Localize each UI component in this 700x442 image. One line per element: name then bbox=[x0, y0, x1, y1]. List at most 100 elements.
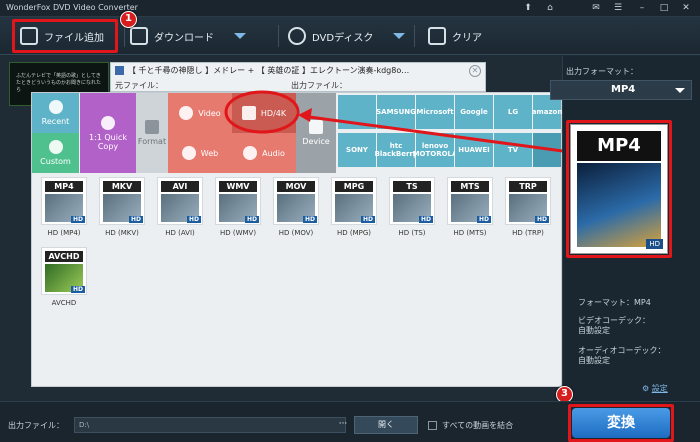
video-title: 【 千と千尋の神隠し 】メドレー + 【 英雄の証 】エレクトーン演奏-kdg8… bbox=[128, 66, 410, 75]
format-hd-mkv[interactable]: MKV HD HD (MKV) bbox=[96, 177, 148, 237]
brand-google[interactable]: Google bbox=[455, 95, 493, 129]
open-folder-button[interactable]: 開く bbox=[354, 416, 418, 434]
brand-amazon[interactable]: amazon bbox=[532, 95, 562, 129]
brand-apple[interactable] bbox=[338, 95, 376, 129]
format-tag: AVCHD bbox=[45, 251, 83, 262]
audio-codec-label: オーディオコーデック： bbox=[578, 346, 666, 355]
remove-file-icon[interactable]: ✕ bbox=[469, 65, 481, 77]
video-codec-label: ビデオコーデック： bbox=[578, 316, 650, 325]
brand-sony[interactable]: SONY bbox=[338, 133, 376, 167]
category-quick-copy[interactable]: 1:1 Quick Copy bbox=[80, 93, 136, 173]
category-device[interactable]: Device bbox=[296, 93, 336, 173]
format-panel: Recent Custom 1:1 Quick Copy Format Vide… bbox=[31, 92, 562, 387]
format-label: HD (MKV) bbox=[105, 229, 139, 237]
file-info-row: 【 千と千尋の神隠し 】メドレー + 【 英雄の証 】エレクトーン演奏-kdg8… bbox=[110, 62, 486, 92]
trash-icon bbox=[428, 27, 446, 45]
category-copy-label: 1:1 Quick Copy bbox=[88, 132, 128, 151]
format-tag: MPG bbox=[335, 181, 373, 192]
dvd-disc-button[interactable]: DVDディスク bbox=[288, 23, 406, 49]
brand-htc-blackberry[interactable]: htc BlackBerry bbox=[375, 133, 417, 167]
merge-all-option[interactable]: すべての動画を結合 bbox=[428, 420, 513, 431]
toolbar-divider bbox=[124, 25, 125, 47]
format-tag: TS bbox=[393, 181, 431, 192]
format-tag: MOV bbox=[277, 181, 315, 192]
chevron-down-icon bbox=[675, 88, 685, 93]
output-format-label: 出力フォーマット： bbox=[566, 67, 638, 76]
format-icon bbox=[145, 120, 159, 134]
format-tag: AVI bbox=[161, 181, 199, 192]
chevron-down-icon[interactable] bbox=[393, 33, 406, 39]
format-hd-wmv[interactable]: WMV HD HD (WMV) bbox=[212, 177, 264, 237]
format-label: HD (MOV) bbox=[278, 229, 314, 237]
format-avchd[interactable]: AVCHD HD AVCHD bbox=[38, 247, 90, 307]
clear-button[interactable]: クリア bbox=[428, 23, 482, 49]
gear-icon bbox=[48, 140, 63, 154]
home-icon[interactable]: ⌂ bbox=[540, 1, 560, 15]
brand-tv[interactable]: TV bbox=[494, 133, 532, 167]
format-label: HD (MPG) bbox=[336, 229, 372, 237]
menu-icon[interactable]: ☰ bbox=[608, 1, 628, 15]
disc-icon bbox=[288, 27, 306, 45]
format-label: AVCHD bbox=[51, 299, 77, 307]
message-icon[interactable]: ✉ bbox=[586, 1, 606, 15]
toolbar-divider bbox=[278, 25, 279, 47]
device-icon bbox=[309, 120, 323, 134]
file-checkbox[interactable] bbox=[115, 66, 124, 75]
play-icon bbox=[179, 106, 194, 120]
chevron-down-icon[interactable] bbox=[234, 33, 246, 39]
format-tag: MP4 bbox=[45, 181, 83, 192]
category-web[interactable]: Web bbox=[168, 133, 232, 173]
category-device-label: Device bbox=[302, 137, 330, 146]
format-label: HD (MTS) bbox=[453, 229, 487, 237]
format-tag: MKV bbox=[103, 181, 141, 192]
settings-button[interactable]: ⚙ 設定 bbox=[642, 384, 668, 394]
download-button[interactable]: ダウンロード bbox=[130, 23, 246, 49]
format-info: フォーマット：MP4 bbox=[578, 298, 651, 307]
download-icon bbox=[130, 27, 148, 45]
step-badge-1: 1 bbox=[120, 11, 137, 28]
format-hd-ts[interactable]: TS HD HD (TS) bbox=[386, 177, 438, 237]
format-hd-avi[interactable]: AVI HD HD (AVI) bbox=[154, 177, 206, 237]
category-hd4k[interactable]: HD/4K bbox=[232, 93, 296, 133]
category-hd4k-label: HD/4K bbox=[260, 108, 287, 118]
dvd-disc-label: DVDディスク bbox=[312, 32, 374, 44]
category-web-label: Web bbox=[200, 148, 219, 158]
title-bar: WonderFox DVD Video Converter ⬆ ⌂ ✉ ☰ – … bbox=[0, 0, 700, 17]
hd-icon bbox=[241, 106, 256, 120]
highlight-format-card bbox=[566, 120, 672, 258]
format-hd-mpg[interactable]: MPG HD HD (MPG) bbox=[328, 177, 380, 237]
upload-icon[interactable]: ⬆ bbox=[518, 1, 538, 15]
category-format-label: Format bbox=[137, 137, 167, 146]
category-audio[interactable]: Audio bbox=[232, 133, 296, 173]
format-label: HD (TRP) bbox=[512, 229, 544, 237]
copy-icon bbox=[101, 115, 115, 130]
category-recent[interactable]: Recent bbox=[32, 93, 79, 133]
brand-huawei[interactable]: HUAWEI bbox=[455, 133, 493, 167]
source-file-label: 元ファイル： bbox=[115, 81, 163, 90]
output-folder-field[interactable]: D:\ bbox=[74, 417, 346, 433]
brand-more[interactable] bbox=[533, 133, 561, 167]
brand-lg[interactable]: LG bbox=[494, 95, 532, 129]
category-video-label: Video bbox=[198, 108, 221, 118]
format-hd-mov[interactable]: MOV HD HD (MOV) bbox=[270, 177, 322, 237]
brand-lenovo-motorola[interactable]: lenovo MOTOROLA bbox=[413, 133, 457, 167]
output-format-select[interactable]: MP4 bbox=[550, 80, 692, 100]
format-tag: WMV bbox=[219, 181, 257, 192]
maximize-icon[interactable]: □ bbox=[654, 1, 674, 15]
category-video[interactable]: Video bbox=[168, 93, 232, 133]
format-hd-mp4[interactable]: MP4 HD HD (MP4) bbox=[38, 177, 90, 237]
close-icon[interactable]: ✕ bbox=[676, 1, 696, 15]
gear-icon: ⚙ bbox=[642, 384, 650, 393]
category-custom[interactable]: Custom bbox=[32, 133, 79, 173]
browse-more-button[interactable]: ··· bbox=[336, 417, 350, 433]
format-label: HD (TS) bbox=[398, 229, 426, 237]
brand-microsoft[interactable]: Microsoft bbox=[416, 95, 454, 129]
category-format[interactable]: Format bbox=[136, 93, 168, 173]
brand-samsung[interactable]: SAMSUNG bbox=[376, 95, 416, 129]
minimize-icon[interactable]: – bbox=[632, 1, 652, 15]
format-hd-mts[interactable]: MTS HD HD (MTS) bbox=[444, 177, 496, 237]
merge-checkbox[interactable] bbox=[428, 421, 437, 430]
format-hd-trp[interactable]: TRP HD HD (TRP) bbox=[502, 177, 554, 237]
toolbar-divider bbox=[414, 25, 415, 47]
format-tag: MTS bbox=[451, 181, 489, 192]
